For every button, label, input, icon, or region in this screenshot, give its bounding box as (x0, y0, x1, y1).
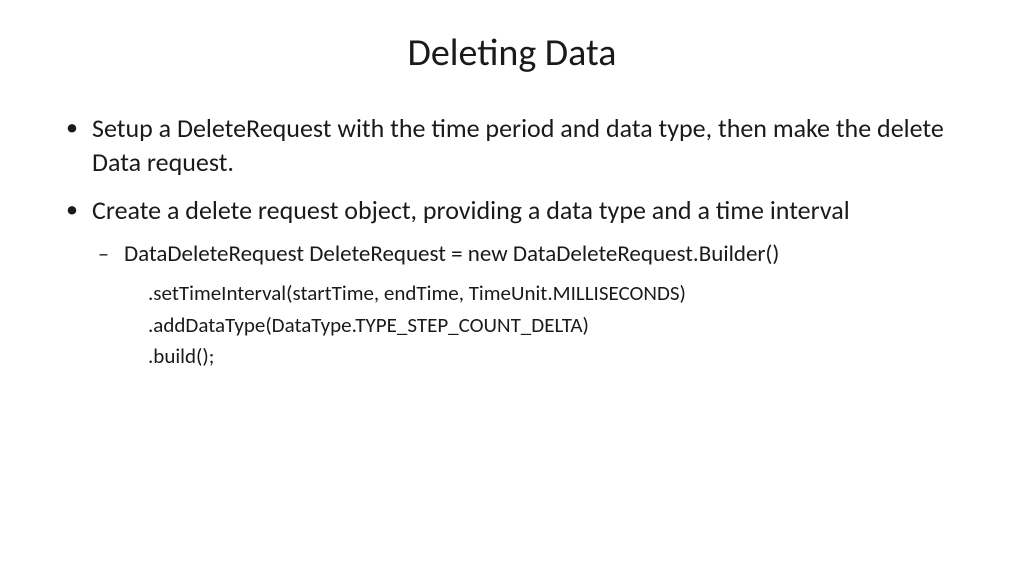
bullet-text: Create a delete request object, providin… (92, 194, 850, 226)
list-item: DataDeleteRequest DeleteRequest = new Da… (92, 239, 964, 373)
sub-bullet-text: DataDeleteRequest DeleteRequest = new Da… (124, 240, 779, 268)
bullet-list-level1: Setup a DeleteRequest with the time peri… (60, 112, 964, 373)
code-line: .build(); (148, 341, 964, 373)
code-line: .setTimeInterval(startTime, endTime, Tim… (148, 278, 964, 310)
list-item: Setup a DeleteRequest with the time peri… (60, 112, 964, 180)
bullet-list-level2: DataDeleteRequest DeleteRequest = new Da… (92, 239, 964, 373)
slide-title: Deleting Data (60, 30, 964, 76)
bullet-text: Setup a DeleteRequest with the time peri… (92, 112, 944, 178)
code-block: .setTimeInterval(startTime, endTime, Tim… (124, 278, 964, 373)
list-item: Create a delete request object, providin… (60, 194, 964, 373)
code-line: .addDataType(DataType.TYPE_STEP_COUNT_DE… (148, 310, 964, 342)
